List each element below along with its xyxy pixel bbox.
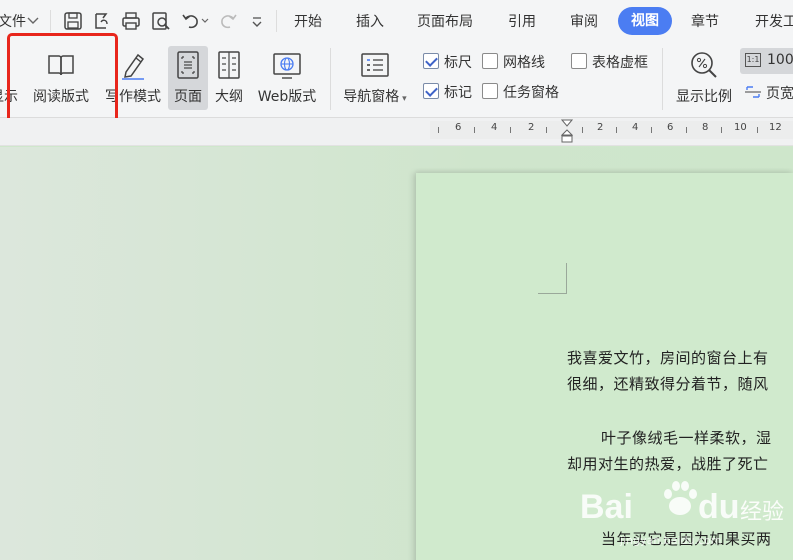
undo-icon[interactable] (180, 10, 202, 32)
menu-bar: 文件 开始 插入 页面布局 引用 审阅 视图 章节 开发工 (0, 0, 793, 42)
tab-page-layout[interactable]: 页面布局 (417, 11, 473, 31)
chevron-down-icon[interactable] (26, 14, 40, 28)
nav-pane-label: 导航窗格 ▾ (338, 86, 412, 106)
print-icon[interactable] (120, 10, 142, 32)
marks-checkbox-label: 标记 (444, 85, 472, 101)
ruler-label: 10 (734, 122, 747, 133)
undo-dropdown-icon[interactable] (200, 16, 210, 26)
print-preview-icon[interactable] (150, 10, 172, 32)
ruler-label: 6 (455, 122, 462, 133)
watermark-jingyan: 经验 (740, 500, 785, 525)
document-text-line[interactable]: 叶子像绒毛一样柔软，湿 (601, 427, 772, 448)
tab-home[interactable]: 开始 (294, 11, 322, 31)
outline-icon (214, 50, 244, 80)
page-width-button[interactable]: 页宽 (744, 82, 793, 104)
marks-checkbox-box[interactable] (423, 83, 439, 99)
ruler-label: 4 (632, 122, 639, 133)
ribbon: 显示 阅读版式 写作模式 页面 大纲 Web版式 导航窗 (0, 42, 793, 118)
save-icon[interactable] (62, 10, 84, 32)
ruler-label: 8 (702, 122, 709, 133)
ruler-label: 2 (597, 122, 604, 133)
redo-icon[interactable] (217, 10, 239, 32)
document-text-line[interactable]: 很细，还精致得分着节，随风 (567, 373, 769, 394)
pen-icon (118, 50, 148, 80)
ruler-checkbox-box[interactable] (423, 53, 439, 69)
baidu-jingyan-watermark: Bai du 经验 jingyan.baidu.com (580, 470, 790, 550)
tab-developer[interactable]: 开发工 (755, 11, 793, 31)
ruler-label: 6 (667, 122, 674, 133)
table-gridlines-checkbox-label: 表格虚框 (592, 55, 648, 71)
web-icon (272, 50, 302, 80)
document-text-line[interactable]: 我喜爱文竹，房间的窗台上有 (567, 347, 769, 368)
ruler-label: 4 (491, 122, 498, 133)
margin-corner-mark (566, 263, 567, 293)
watermark-url: jingyan.baidu.com (620, 534, 722, 547)
ribbon-separator (330, 48, 331, 110)
nav-pane-icon (360, 50, 390, 80)
watermark-brand: Bai (580, 488, 633, 526)
customize-toolbar-icon[interactable] (249, 14, 265, 30)
zoom-100-button[interactable]: 1:1 100 (740, 48, 793, 74)
one-to-one-icon: 1:1 (745, 53, 761, 67)
task-pane-checkbox-box[interactable] (482, 83, 498, 99)
nav-pane-button[interactable]: 导航窗格 ▾ (338, 46, 412, 110)
page-width-label: 页宽 (766, 86, 793, 102)
outline-view-label: 大纲 (215, 89, 243, 105)
export-icon[interactable] (90, 10, 112, 32)
ruler-checkbox-label: 标尺 (444, 55, 472, 71)
ruler-label: 2 (528, 122, 535, 133)
zoom-100-label: 100 (767, 52, 793, 68)
tab-view[interactable]: 视图 (618, 7, 672, 35)
gridlines-checkbox-box[interactable] (482, 53, 498, 69)
tab-chapter[interactable]: 章节 (691, 11, 719, 31)
task-pane-checkbox-label: 任务窗格 (503, 85, 559, 101)
page-view-label: 页面 (174, 89, 202, 105)
paw-logo-icon (660, 472, 700, 522)
ribbon-separator (662, 48, 663, 110)
tab-references[interactable]: 引用 (508, 11, 536, 31)
tab-review[interactable]: 审阅 (570, 11, 598, 31)
table-gridlines-checkbox-box[interactable] (571, 53, 587, 69)
indent-marker[interactable] (560, 118, 574, 144)
page-view-icon (173, 50, 203, 80)
tab-insert[interactable]: 插入 (356, 11, 384, 31)
zoom-ratio-button[interactable]: 显示比例 (670, 46, 738, 110)
menu-file[interactable]: 文件 (0, 11, 26, 31)
zoom-ratio-label: 显示比例 (676, 89, 732, 105)
gridlines-checkbox-label: 网格线 (503, 55, 545, 71)
page-view-button[interactable]: 页面 (168, 46, 208, 110)
nav-pane-text: 导航窗格 (343, 89, 400, 105)
outline-view-button[interactable]: 大纲 (210, 46, 248, 110)
web-layout-label: Web版式 (257, 89, 317, 105)
dropdown-arrow-icon[interactable]: ▾ (399, 94, 407, 104)
web-layout-button[interactable]: Web版式 (252, 46, 322, 110)
watermark-brand-suffix: du (698, 488, 740, 526)
margin-corner-mark (538, 293, 567, 294)
page-width-icon (744, 84, 762, 100)
zoom-icon (689, 50, 719, 80)
ruler-label: 12 (769, 122, 782, 133)
horizontal-ruler[interactable]: 6 4 2 2 4 6 8 10 12 (0, 118, 793, 146)
